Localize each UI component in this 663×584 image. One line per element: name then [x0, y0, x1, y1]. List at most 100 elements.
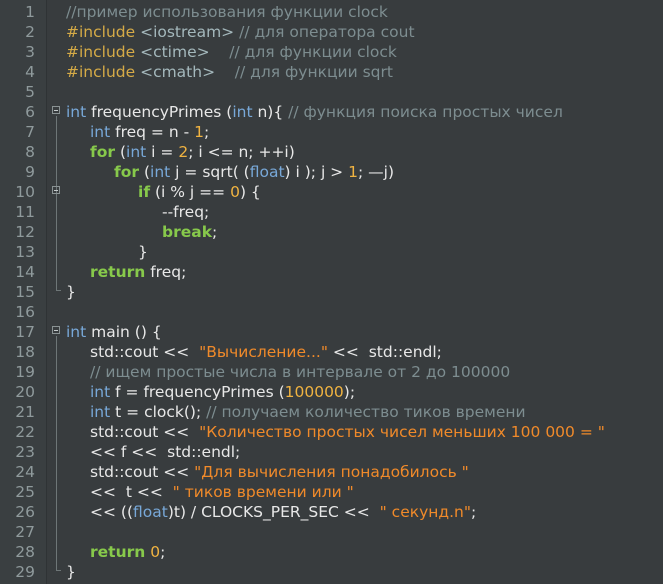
- code-token: int: [90, 123, 111, 141]
- code-line[interactable]: 9 for (int j = sqrt( (float) i ); j > 1; …: [0, 162, 663, 182]
- code-token: // для функции clock: [209, 43, 397, 61]
- code-line[interactable]: 27: [0, 522, 663, 542]
- fold-toggle-icon-line-17[interactable]: [52, 326, 60, 334]
- code-line[interactable]: 17 int main () {: [0, 322, 663, 342]
- code-editor[interactable]: 1 //пример использования функции clock 2 #i…: [0, 0, 663, 584]
- code-line[interactable]: 12 break;: [0, 222, 663, 242]
- code-token: int: [66, 323, 87, 341]
- code-line[interactable]: 29}: [0, 562, 663, 582]
- line-number: 23: [15, 443, 35, 461]
- code-token: // получаем количество тиков времени: [206, 403, 526, 421]
- code-text[interactable]: int frequencyPrimes (int n){ // функция …: [66, 102, 563, 122]
- fold-toggle-icon-line-10[interactable]: [52, 186, 60, 194]
- code-token: i =: [146, 143, 179, 161]
- code-token: main () {: [86, 323, 162, 341]
- code-line[interactable]: 13}: [0, 242, 663, 262]
- code-token: ) i ); j >: [284, 163, 349, 181]
- code-text[interactable]: int freq = n - 1;: [90, 122, 209, 142]
- code-text[interactable]: //пример использования функции clock: [66, 2, 388, 22]
- code-line[interactable]: 10 if (i % j == 0) {: [0, 182, 663, 202]
- code-token: 100000: [284, 383, 344, 401]
- code-line[interactable]: 24 std::cout << "Для вычисления понадобил…: [0, 462, 663, 482]
- code-text[interactable]: << f << std::endl;: [90, 442, 240, 462]
- code-token: return: [90, 543, 146, 561]
- code-token: freq = n -: [110, 123, 195, 141]
- code-text[interactable]: int main () {: [66, 322, 162, 342]
- code-token: " тиков времени или ": [167, 483, 354, 501]
- code-text[interactable]: int f = frequencyPrimes (100000);: [90, 382, 355, 402]
- line-number: 16: [15, 303, 35, 321]
- code-text[interactable]: return 0;: [90, 542, 165, 562]
- line-number: 21: [15, 403, 35, 421]
- code-text[interactable]: int t = clock(); // получаем количество …: [90, 402, 526, 422]
- code-token: int: [90, 403, 111, 421]
- code-token: #include: [66, 43, 141, 61]
- code-token: --freq;: [162, 203, 210, 221]
- line-number: 17: [15, 323, 35, 341]
- code-text[interactable]: }: [66, 282, 76, 302]
- code-token: (: [115, 143, 127, 161]
- code-text[interactable]: #include <iostream> // для оператора cou…: [66, 22, 415, 42]
- code-text[interactable]: << ((float)t) / CLOCKS_PER_SEC << " секу…: [90, 502, 476, 522]
- line-number: 28: [15, 543, 35, 561]
- code-token: ;: [204, 123, 210, 141]
- code-token: std::endl;: [162, 443, 241, 461]
- code-line[interactable]: 6 int frequencyPrimes (int n){ // функция…: [0, 102, 663, 122]
- line-number: 27: [15, 523, 35, 541]
- code-line[interactable]: 2 #include <iostream> // для оператора co…: [0, 22, 663, 42]
- code-line[interactable]: 5: [0, 82, 663, 102]
- code-text[interactable]: }: [66, 562, 76, 582]
- code-line[interactable]: 1 //пример использования функции clock: [0, 2, 663, 22]
- code-token: ) {: [239, 183, 261, 201]
- code-line[interactable]: 14 return freq;: [0, 262, 663, 282]
- code-line[interactable]: 15}: [0, 282, 663, 302]
- code-line[interactable]: 18 std::cout << "Вычисление..." << std::e…: [0, 342, 663, 362]
- fold-guide-line: [56, 116, 57, 290]
- code-line[interactable]: 26 << ((float)t) / CLOCKS_PER_SEC << " се…: [0, 502, 663, 522]
- code-line[interactable]: 22 std::cout << "Количество простых чисел…: [0, 422, 663, 442]
- line-number: 26: [15, 503, 35, 521]
- code-line[interactable]: 8 for (int i = 2; i <= n; ++i): [0, 142, 663, 162]
- code-text[interactable]: std::cout << "Вычисление..." << std::end…: [90, 342, 442, 362]
- code-text[interactable]: for (int i = 2; i <= n; ++i): [90, 142, 295, 162]
- code-text[interactable]: for (int j = sqrt( (float) i ); j > 1; —…: [114, 162, 394, 182]
- code-token: f = frequencyPrimes (: [110, 383, 285, 401]
- code-line[interactable]: 7 int freq = n - 1;: [0, 122, 663, 142]
- code-line[interactable]: 23 << f << std::endl;: [0, 442, 663, 462]
- line-number: 6: [25, 103, 35, 121]
- code-line[interactable]: 25 << t << " тиков времени или ": [0, 482, 663, 502]
- code-token: }: [138, 243, 148, 261]
- code-line[interactable]: 3 #include <ctime> // для функции clock: [0, 42, 663, 62]
- code-text[interactable]: // ищем простые числа в интервале от 2 д…: [90, 362, 510, 382]
- fold-toggle-icon-line-6[interactable]: [52, 106, 60, 114]
- line-number: 20: [15, 383, 35, 401]
- code-token: (: [139, 163, 151, 181]
- code-text[interactable]: std::cout << "Количество простых чисел м…: [90, 422, 605, 442]
- line-number: 1: [25, 3, 35, 21]
- code-lines[interactable]: 1 //пример использования функции clock 2 #i…: [0, 0, 663, 584]
- code-line[interactable]: 21 int t = clock(); // получаем количеств…: [0, 402, 663, 422]
- code-line[interactable]: 19 // ищем простые числа в интервале от 2…: [0, 362, 663, 382]
- code-token: int: [126, 143, 147, 161]
- code-text[interactable]: #include <cmath> // для функции sqrt: [66, 62, 393, 82]
- line-number: 25: [15, 483, 35, 501]
- code-text[interactable]: std::cout << "Для вычисления понадобилос…: [90, 462, 469, 482]
- code-text[interactable]: #include <ctime> // для функции clock: [66, 42, 397, 62]
- fold-end-marker: [56, 290, 61, 291]
- code-text[interactable]: if (i % j == 0) {: [138, 182, 261, 202]
- code-line[interactable]: 4 #include <cmath> // для функции sqrt: [0, 62, 663, 82]
- code-token: int: [150, 163, 171, 181]
- code-text[interactable]: --freq;: [162, 202, 209, 222]
- code-text[interactable]: << t << " тиков времени или ": [90, 482, 354, 502]
- code-line[interactable]: 28 return 0;: [0, 542, 663, 562]
- code-text[interactable]: return freq;: [90, 262, 186, 282]
- code-line[interactable]: 16: [0, 302, 663, 322]
- code-line[interactable]: 20 int f = frequencyPrimes (100000);: [0, 382, 663, 402]
- line-number: 8: [25, 143, 35, 161]
- code-line[interactable]: 11 --freq;: [0, 202, 663, 222]
- code-token: float: [249, 163, 285, 181]
- code-text[interactable]: break;: [162, 222, 217, 242]
- code-text[interactable]: }: [138, 242, 148, 262]
- code-token: 2: [178, 143, 189, 161]
- line-number: 29: [15, 563, 35, 581]
